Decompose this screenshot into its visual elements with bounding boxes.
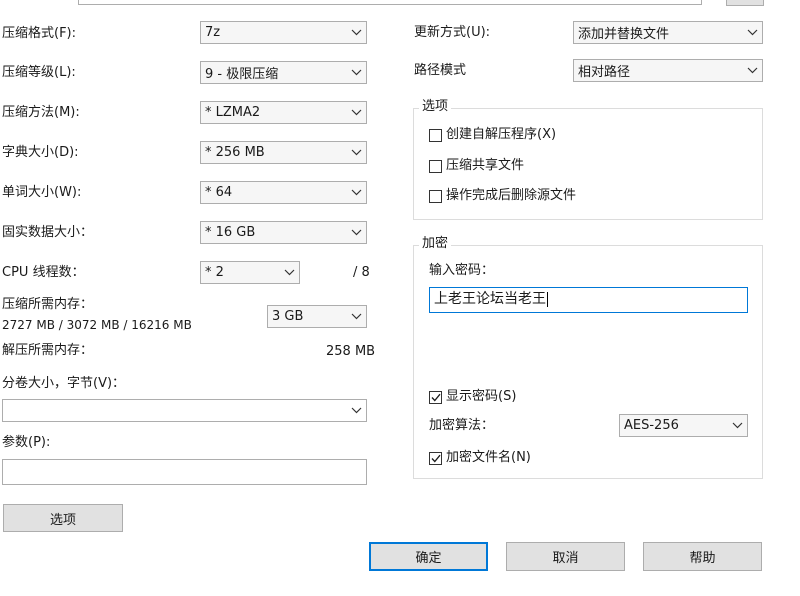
text-caret <box>547 291 548 307</box>
volume-label: 分卷大小，字节(V)： <box>2 376 126 391</box>
show-password-checkbox[interactable]: 显示密码(S) <box>429 389 516 405</box>
mem-decompress-value: 258 MB <box>326 344 376 359</box>
chevron-down-icon <box>346 142 366 163</box>
ok-button[interactable]: 确定 <box>369 542 488 571</box>
algo-label: 加密算法： <box>429 418 495 433</box>
mem-decompress-label: 解压所需内存： <box>2 343 94 358</box>
cancel-button[interactable]: 取消 <box>506 542 625 571</box>
mem-compress-value: 3 GB <box>272 309 304 324</box>
checkbox-empty-icon <box>429 128 442 142</box>
threads-value: * 2 <box>205 265 224 280</box>
update-label: 更新方式(U): <box>414 25 491 40</box>
browse-button[interactable] <box>726 0 764 6</box>
help-button[interactable]: 帮助 <box>643 542 762 571</box>
chevron-down-icon <box>346 102 366 123</box>
algo-value: AES-256 <box>624 418 679 433</box>
options-button[interactable]: 选项 <box>3 504 123 532</box>
mem-compress-label: 压缩所需内存： <box>2 297 94 312</box>
method-label: 压缩方法(M): <box>2 105 80 120</box>
volume-combo[interactable] <box>2 399 367 422</box>
dict-combo[interactable]: * 256 MB <box>200 141 367 164</box>
word-value: * 64 <box>205 185 233 200</box>
level-combo[interactable]: 9 - 极限压缩 <box>200 61 367 84</box>
format-label: 压缩格式(F): <box>2 26 77 41</box>
threads-combo[interactable]: * 2 <box>200 261 300 284</box>
algo-combo[interactable]: AES-256 <box>619 414 748 437</box>
solid-value: * 16 GB <box>205 225 256 240</box>
shared-label: 压缩共享文件 <box>446 158 525 173</box>
password-label: 输入密码： <box>429 263 495 278</box>
format-combo[interactable]: 7z <box>200 21 367 44</box>
chevron-down-icon <box>727 415 747 436</box>
dict-label: 字典大小(D): <box>2 145 79 160</box>
mem-compress-combo[interactable]: 3 GB <box>267 305 367 328</box>
chevron-down-icon <box>346 400 366 421</box>
encrypt-group-title: 加密 <box>419 236 452 252</box>
threads-label: CPU 线程数： <box>2 265 85 280</box>
level-label: 压缩等级(L): <box>2 65 76 80</box>
checkbox-empty-icon <box>429 159 442 173</box>
word-combo[interactable]: * 64 <box>200 181 367 204</box>
threads-total: / 8 <box>353 265 370 280</box>
method-combo[interactable]: * LZMA2 <box>200 101 367 124</box>
path-value: 相对路径 <box>578 65 631 80</box>
shared-checkbox[interactable]: 压缩共享文件 <box>429 158 524 174</box>
chevron-down-icon <box>742 60 762 81</box>
sfx-label: 创建自解压程序(X) <box>446 127 557 142</box>
archive-path-input[interactable] <box>78 0 702 5</box>
chevron-down-icon <box>742 22 762 43</box>
path-combo[interactable]: 相对路径 <box>573 59 763 82</box>
chevron-down-icon <box>346 62 366 83</box>
checkmark-icon <box>429 451 442 465</box>
sfx-checkbox[interactable]: 创建自解压程序(X) <box>429 127 556 143</box>
encrypt-group <box>413 245 763 479</box>
params-input[interactable] <box>2 459 367 485</box>
chevron-down-icon <box>346 182 366 203</box>
encrypt-names-checkbox[interactable]: 加密文件名(N) <box>429 450 531 466</box>
dict-value: * 256 MB <box>205 145 265 160</box>
chevron-down-icon <box>346 22 366 43</box>
params-label: 参数(P): <box>2 435 51 450</box>
chevron-down-icon <box>279 262 299 283</box>
checkmark-icon <box>429 390 442 404</box>
chevron-down-icon <box>346 306 366 327</box>
format-value: 7z <box>205 25 221 40</box>
solid-combo[interactable]: * 16 GB <box>200 221 367 244</box>
delete-checkbox[interactable]: 操作完成后删除源文件 <box>429 188 576 204</box>
word-label: 单词大小(W): <box>2 185 82 200</box>
password-value: 上老王论坛当老王 <box>434 291 546 307</box>
method-value: * LZMA2 <box>205 105 261 120</box>
encrypt-names-label: 加密文件名(N) <box>446 450 531 465</box>
password-input[interactable]: 上老王论坛当老王 <box>429 287 748 313</box>
level-value: 9 - 极限压缩 <box>205 67 279 82</box>
options-group-title: 选项 <box>419 99 452 115</box>
chevron-down-icon <box>346 222 366 243</box>
solid-label: 固实数据大小： <box>2 225 94 240</box>
checkbox-empty-icon <box>429 189 442 203</box>
path-label: 路径模式 <box>414 63 467 78</box>
mem-compress-detail: 2727 MB / 3072 MB / 16216 MB <box>2 318 192 332</box>
delete-label: 操作完成后删除源文件 <box>446 188 577 203</box>
update-value: 添加并替换文件 <box>578 27 670 42</box>
update-combo[interactable]: 添加并替换文件 <box>573 21 763 44</box>
show-password-label: 显示密码(S) <box>446 389 517 404</box>
